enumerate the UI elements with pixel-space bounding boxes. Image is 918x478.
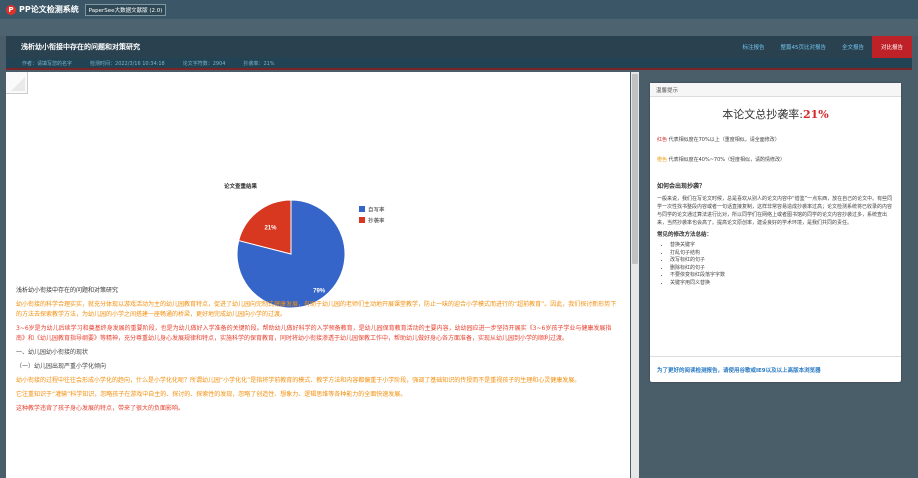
legend-red-text: 代表相似度在70%以上（重度相似，请全面修改） <box>668 137 780 143</box>
tips-card: 温馨提示 本论文总抄袭率:21% 红色 代表相似度在70%以上（重度相似，请全面… <box>650 83 901 382</box>
tips-card-title: 温馨提示 <box>650 83 901 97</box>
way-item: 不要依变标红段落字字数 <box>670 272 901 280</box>
way-item: 替换关键字 <box>670 242 901 250</box>
report-body: 浅析幼小衔接中存在的问题和对策研究 幼小衔接的科学合理实实，就充分体现以游戏活动… <box>16 286 620 418</box>
paragraph-5: 这种教学违背了孩子身心发展的特点，带来了很大的负面影响。 <box>16 405 185 412</box>
heading-1: 一、幼儿园幼小衔接的现状 <box>16 349 89 356</box>
report-title-bar: 浅析幼小衔接中存在的问题和对策研究 标注报告 整篇45页比对报告 全文报告 对比… <box>6 36 912 58</box>
content-scrollbar[interactable] <box>631 72 639 478</box>
chart-title: 论文查重结果 <box>224 184 258 190</box>
legend-label-1: 抄袭率 <box>368 217 385 225</box>
app-title: PP论文检测系统 <box>19 5 79 14</box>
heading-2: （一）幼儿园出现严重小学化倾向 <box>16 363 107 370</box>
version-badge: PaperSee大数据文献版 (2.0) <box>84 3 167 16</box>
tab-fulltext-report[interactable]: 全文报告 <box>834 36 872 58</box>
total-rate-label: 本论文总抄袭率: <box>722 108 803 121</box>
page-corner-icon <box>6 72 28 94</box>
tab-full-compare-report[interactable]: 整篇45页比对报告 <box>772 36 834 58</box>
way-item: 改写标红的句子 <box>670 257 901 265</box>
legend-red: 红色 代表相似度在70%以上（重度相似，请全面修改） <box>650 136 901 143</box>
top-bar: P PP论文检测系统 PaperSee大数据文献版 (2.0) <box>0 0 918 19</box>
tab-annotated-report[interactable]: 标注报告 <box>734 36 772 58</box>
tab-compare-report[interactable]: 对比报告 <box>871 36 912 58</box>
legend-red-keyword: 红色 <box>657 137 668 143</box>
browser-tip: 为了更好的阅读检测报告，请使用谷歌或IE9以及以上高版本浏览器 <box>650 356 901 382</box>
legend-label-0: 自写率 <box>368 206 385 214</box>
way-item: 关键字用同义替换 <box>670 280 901 288</box>
check-time-info: 检测时间：2022/3/16 10:34:18 <box>90 60 165 67</box>
legend-swatch-0 <box>359 206 365 212</box>
paragraph-3: 幼小衔接的过程中往往会形成小学化的趋向，什么是小学化化呢？所谓幼儿园“小学化化”… <box>16 377 581 384</box>
section-title: 浅析幼小衔接中存在的问题和对策研究 <box>16 287 119 294</box>
how-text: 一般来说，我们在写论文时候，总是喜欢从别人的论文内容中“借鉴”一点东西，放在自己… <box>657 196 893 226</box>
paragraph-4: 它注重知识于“灌输”科学知识，忽略孩子在游戏中自主的、探讨的、探索性的发现，忽略… <box>16 391 407 398</box>
legend-swatch-1 <box>359 217 365 223</box>
ways-list: 替换关键字 打乱句子结构 改写标红的句子 删除标红的句子 不要依变标红段落字字数… <box>650 242 901 288</box>
legend-orange: 橙色 代表相似度在40%~70%（轻度相似，请酌情修改） <box>650 156 901 163</box>
total-rate-value: 21% <box>802 108 829 121</box>
document-title: 浅析幼小衔接中存在的问题和对策研究 <box>21 43 140 51</box>
report-content-panel[interactable]: 论文查重结果 79% 21% 自写率 抄袭率 浅析幼小衔接中存在的问题和对策研究 幼… <box>6 72 630 478</box>
how-title: 如何会出现抄袭？ <box>657 183 706 190</box>
top-spacer <box>0 19 918 36</box>
total-rate: 本论文总抄袭率:21% <box>650 106 901 122</box>
paragraph-1: 幼小衔接的科学合理实实，就充分体现以游戏活动为主的幼儿园教育特点，促进了幼儿园向… <box>16 301 617 318</box>
char-count-info: 论文字符数：2904 <box>182 60 226 67</box>
scrollbar-thumb[interactable] <box>632 74 638 264</box>
report-info-bar: 作者：请填写您的名字 检测时间：2022/3/16 10:34:18 论文字符数… <box>6 58 912 70</box>
author-info: 作者：请填写您的名字 <box>22 60 73 67</box>
legend-orange-text: 代表相似度在40%~70%（轻度相似，请酌情修改） <box>668 157 786 163</box>
paragraph-2: 3~6岁是为幼儿后续学习和奠基终身发展的重要阶段，也是为幼儿做好入学准备的关键阶… <box>16 325 612 342</box>
logo-icon: P <box>6 4 16 15</box>
legend-orange-keyword: 橙色 <box>657 157 668 163</box>
plagiarism-rate-info: 抄袭率：21% <box>243 60 275 67</box>
ways-title: 常见的修改方法总结： <box>657 232 713 238</box>
pie-label-1: 21% <box>264 226 277 232</box>
